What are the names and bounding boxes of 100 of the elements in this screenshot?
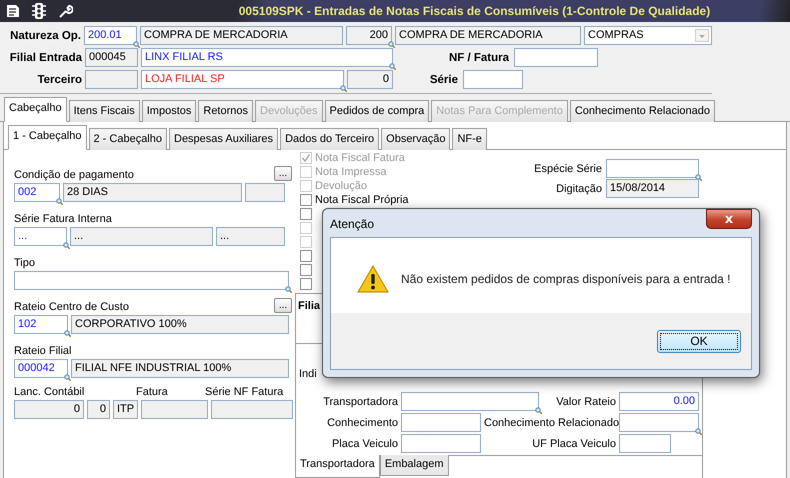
field-label: Valor Rateio	[555, 396, 616, 408]
input-field[interactable]	[619, 413, 699, 432]
checkbox[interactable]	[300, 208, 312, 220]
field-label: Espécie Série	[533, 162, 602, 174]
search-icon[interactable]	[64, 330, 71, 337]
input-field[interactable]: 002	[14, 183, 60, 202]
field-label: Terceiro	[36, 74, 82, 86]
search-icon[interactable]	[535, 407, 542, 414]
field-label: Tipo	[14, 257, 35, 269]
input-field[interactable]: ...	[70, 227, 213, 246]
search-icon[interactable]	[388, 41, 395, 48]
search-icon[interactable]	[695, 428, 702, 435]
input-field[interactable]	[463, 70, 523, 89]
tab[interactable]: NF-e	[452, 128, 487, 150]
tab[interactable]: Observação	[381, 128, 450, 150]
field-label: Série NF Fatura	[205, 386, 284, 398]
search-icon[interactable]	[63, 242, 70, 249]
input-field[interactable]	[85, 70, 138, 89]
input-field[interactable]: 15/08/2014	[606, 179, 699, 198]
input-field[interactable]: 200	[346, 26, 392, 45]
list-icon[interactable]	[6, 4, 20, 18]
input-field[interactable]	[401, 434, 481, 453]
ok-button[interactable]: OK	[657, 330, 741, 352]
field-label: Série	[428, 74, 458, 86]
traffic-light-icon[interactable]	[32, 3, 46, 19]
window-title: 005109SPK - Entradas de Notas Fiscais de Consumíveis (1-Controle De Qualidade)	[238, 4, 712, 18]
dialog-message: Não existem pedidos de compras disponíveis para a entrada !	[401, 272, 731, 286]
tab[interactable]: Impostos	[142, 100, 196, 122]
field-label: Rateio Centro de Custo	[14, 301, 129, 313]
search-icon[interactable]	[64, 374, 71, 381]
input-field[interactable]: 0.00	[619, 392, 699, 411]
input-field[interactable]: CORPORATIVO 100%	[71, 315, 289, 334]
input-field[interactable]: 000042	[14, 359, 68, 378]
input-field[interactable]: FILIAL NFE INDUSTRIAL 100%	[71, 359, 289, 378]
input-field[interactable]	[606, 159, 699, 178]
checkbox[interactable]	[300, 250, 312, 262]
input-field[interactable]: 102	[14, 315, 68, 334]
input-field[interactable]: 28 DIAS	[63, 183, 242, 202]
input-field[interactable]: LOJA FILIAL SP	[141, 70, 344, 89]
tab[interactable]: Retornos	[198, 100, 254, 122]
input-field[interactable]: COMPRA DE MERCADORIA	[140, 26, 343, 45]
input-field[interactable]	[211, 400, 293, 419]
dropdown[interactable]: COMPRAS	[584, 26, 712, 45]
input-field[interactable]: 0	[347, 70, 393, 89]
input-field[interactable]: 000045	[85, 48, 138, 67]
close-button[interactable]: x	[706, 209, 752, 229]
tab[interactable]: Conhecimento Relacionado	[570, 100, 715, 122]
tab[interactable]: Itens Fiscais	[68, 100, 140, 122]
search-icon[interactable]	[389, 63, 396, 70]
field-label: NF / Fatura	[448, 52, 509, 64]
input-field[interactable]	[401, 392, 539, 411]
field-label: Série Fatura Interna	[14, 213, 112, 225]
tab[interactable]: Embalagem	[380, 455, 449, 476]
input-field[interactable]: 0	[14, 400, 84, 419]
tab[interactable]: Despesas Auxiliares	[169, 128, 278, 150]
field-label: Condição de pagamento	[14, 169, 134, 181]
more-button[interactable]: ...	[274, 298, 292, 313]
tab[interactable]: 2 - Cabeçalho	[88, 128, 167, 150]
input-field[interactable]: 0	[87, 400, 110, 419]
field-label: Transportadora	[322, 396, 398, 408]
field-label: Conhecimento	[326, 416, 398, 428]
search-icon[interactable]	[133, 41, 140, 48]
more-button[interactable]: ...	[274, 166, 292, 181]
input-field[interactable]: ITP	[113, 400, 138, 419]
checkbox[interactable]	[300, 264, 312, 276]
input-field[interactable]	[514, 48, 598, 67]
input-field[interactable]	[245, 183, 285, 202]
field-label: Filial Entrada	[8, 52, 82, 64]
group-label: Filia	[298, 300, 320, 312]
checkbox-label: Nota Fiscal Própria	[315, 194, 409, 206]
tab[interactable]: Dados do Terceiro	[280, 128, 380, 150]
search-icon[interactable]	[340, 85, 347, 92]
field-label: Natureza Op.	[9, 30, 81, 42]
input-field[interactable]	[14, 271, 289, 290]
input-field[interactable]	[619, 434, 671, 453]
tab[interactable]: Transportadora	[295, 455, 380, 478]
tab[interactable]: Cabeçalho	[4, 97, 67, 122]
field-label: Placa Veiculo	[330, 438, 398, 450]
input-field[interactable]	[401, 413, 481, 432]
input-field[interactable]	[141, 400, 208, 419]
search-icon[interactable]	[285, 286, 292, 293]
warning-icon	[357, 265, 389, 293]
field-label: Rateio Filial	[14, 345, 72, 357]
input-field[interactable]: 200.01	[84, 26, 137, 45]
tab[interactable]: 1 - Cabeçalho	[8, 125, 86, 150]
checkbox[interactable]	[300, 278, 312, 290]
field-label: Digitação	[555, 182, 602, 194]
field-label: Fatura	[136, 386, 169, 398]
wrench-icon[interactable]	[58, 4, 73, 18]
search-icon[interactable]	[56, 198, 63, 205]
dialog-title: Atenção	[330, 217, 374, 233]
input-field[interactable]: COMPRA DE MERCADORIA	[395, 26, 581, 45]
input-field[interactable]: ...	[216, 227, 285, 246]
tab[interactable]: Pedidos de compra	[324, 100, 430, 122]
field-label: Indi	[299, 368, 317, 380]
checkbox-label: Devolução	[315, 180, 367, 192]
input-field[interactable]: ...	[14, 227, 67, 246]
input-field[interactable]: LINX FILIAL RS	[141, 48, 393, 67]
search-icon[interactable]	[695, 174, 702, 181]
checkbox[interactable]	[300, 194, 312, 206]
